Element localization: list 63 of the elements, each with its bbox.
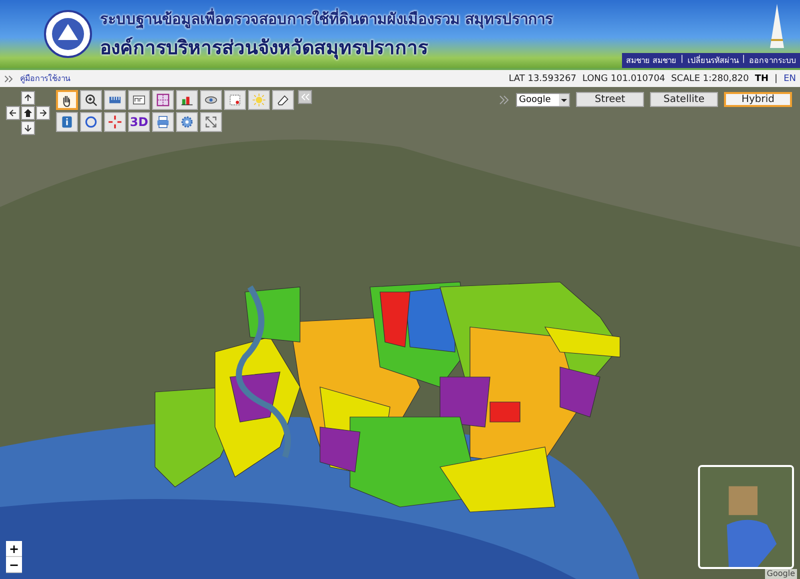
map-type-button[interactable]: Hybrid <box>724 92 792 107</box>
circle-tool-button[interactable] <box>80 112 102 132</box>
system-title: ระบบฐานข้อมูลเพื่อตรวจสอบการใช้ที่ดินตามผังเมืองรวม สมุทรปราการ <box>100 7 554 30</box>
eraser-tool-button[interactable] <box>272 90 294 110</box>
circle-icon <box>83 114 99 130</box>
settings-tool-button[interactable] <box>176 112 198 132</box>
magnifier-icon <box>83 92 99 108</box>
3d-view-button[interactable]: 3D <box>128 112 150 132</box>
user-link[interactable]: เปลี่ยนรหัสผ่าน <box>687 54 738 67</box>
pan-down-button[interactable] <box>21 121 35 135</box>
language-link[interactable]: TH <box>754 74 769 84</box>
gear-icon <box>179 114 195 130</box>
info-icon <box>59 114 75 130</box>
pan-right-button[interactable] <box>36 106 50 120</box>
home-button[interactable] <box>21 106 35 120</box>
map-source-dropdown[interactable]: Google <box>516 92 570 106</box>
latitude-text: LAT 13.593267 <box>508 74 576 84</box>
collapse-button[interactable] <box>298 90 312 104</box>
separator-text: | <box>742 54 745 65</box>
print-tool-button[interactable] <box>152 112 174 132</box>
caret-icon <box>559 94 569 106</box>
expand-icon <box>203 114 219 130</box>
right-arrow-icon <box>39 109 47 117</box>
sun-icon <box>251 92 267 108</box>
printer-icon <box>155 114 171 130</box>
grid-icon <box>155 92 171 108</box>
manual-link[interactable]: คู่มือการใช้งาน <box>20 72 70 85</box>
overview-map[interactable] <box>698 465 794 569</box>
map-type-button[interactable]: Satellite <box>650 92 718 107</box>
separator-text: | <box>774 74 778 84</box>
pan-tool-button[interactable] <box>56 90 78 110</box>
home-icon <box>24 109 32 117</box>
left-arrow-icon <box>9 109 17 117</box>
up-arrow-icon <box>24 94 32 102</box>
area-tool-button[interactable] <box>128 90 150 110</box>
attribution-text: Google <box>764 569 797 579</box>
zoom-in-button[interactable]: + <box>6 541 22 557</box>
user-link[interactable]: ออกจากระบบ <box>749 54 796 67</box>
pan-left-button[interactable] <box>6 106 20 120</box>
double-chevron-icon[interactable] <box>4 74 14 82</box>
select-tool-button[interactable] <box>224 90 246 110</box>
down-arrow-icon <box>24 124 32 132</box>
separator-text: | <box>680 54 684 65</box>
language-link[interactable]: EN <box>784 74 796 84</box>
chart-tool-button[interactable] <box>176 90 198 110</box>
scale-text: SCALE 1:280,820 <box>671 74 749 84</box>
info-tool-button[interactable] <box>56 112 78 132</box>
selection-icon <box>227 92 243 108</box>
organization-title: องค์การบริหารส่วนจังหวัดสมุทรปราการ <box>100 36 430 62</box>
grid-tool-button[interactable] <box>152 90 174 110</box>
layers-tool-button[interactable] <box>200 90 222 110</box>
double-chevron-icon <box>300 93 310 101</box>
map-type-button[interactable]: Street <box>576 92 644 107</box>
crosshair-icon <box>107 114 123 130</box>
longitude-text: LONG 101.010704 <box>582 74 666 84</box>
target-tool-button[interactable] <box>104 112 126 132</box>
user-link[interactable]: สมชาย สมชาย <box>626 54 677 67</box>
zoom-tool-button[interactable] <box>80 90 102 110</box>
fullscreen-tool-button[interactable] <box>200 112 222 132</box>
pan-up-button[interactable] <box>21 91 35 105</box>
emblem-icon <box>44 10 92 58</box>
measure-tool-button[interactable] <box>104 90 126 110</box>
map-drawing[interactable] <box>0 87 800 579</box>
